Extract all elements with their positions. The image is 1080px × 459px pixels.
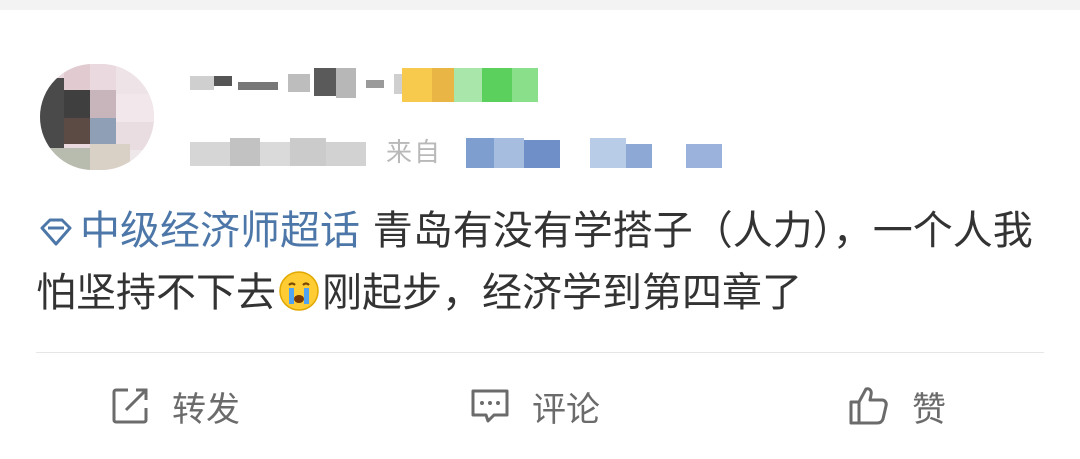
crying-face-emoji (279, 271, 319, 311)
like-label: 赞 (912, 389, 946, 430)
super-topic-link[interactable]: 中级经济师超话 (36, 208, 360, 254)
diamond-topic-icon (40, 218, 72, 246)
username-pixelated[interactable] (190, 68, 550, 102)
repost-label: 转发 (172, 389, 240, 430)
like-button[interactable]: 赞 (846, 380, 946, 432)
share-icon (112, 388, 148, 424)
thumbs-up-icon (849, 387, 888, 425)
post-body-part2: 刚起步，经济学到第四章了 (322, 270, 802, 316)
super-topic-label: 中级经济师超话 (80, 208, 360, 254)
comment-button[interactable]: 评论 (468, 380, 600, 432)
action-divider (36, 352, 1044, 353)
repost-button[interactable]: 转发 (108, 380, 240, 432)
top-divider (0, 0, 1080, 10)
post-meta-pixelated: 来自 (190, 134, 750, 168)
source-prefix: 来自 (386, 138, 443, 168)
comment-label: 评论 (532, 389, 600, 430)
comment-icon (471, 389, 509, 423)
avatar[interactable] (40, 64, 154, 170)
weibo-post-card: 来自 中级经济师超话 青岛有没有学搭子（人力），一个人我怕坚持不下去 刚起步，经济… (0, 0, 1080, 459)
post-text: 中级经济师超话 青岛有没有学搭子（人力），一个人我怕坚持不下去 刚起步，经济学到第… (36, 200, 1046, 324)
